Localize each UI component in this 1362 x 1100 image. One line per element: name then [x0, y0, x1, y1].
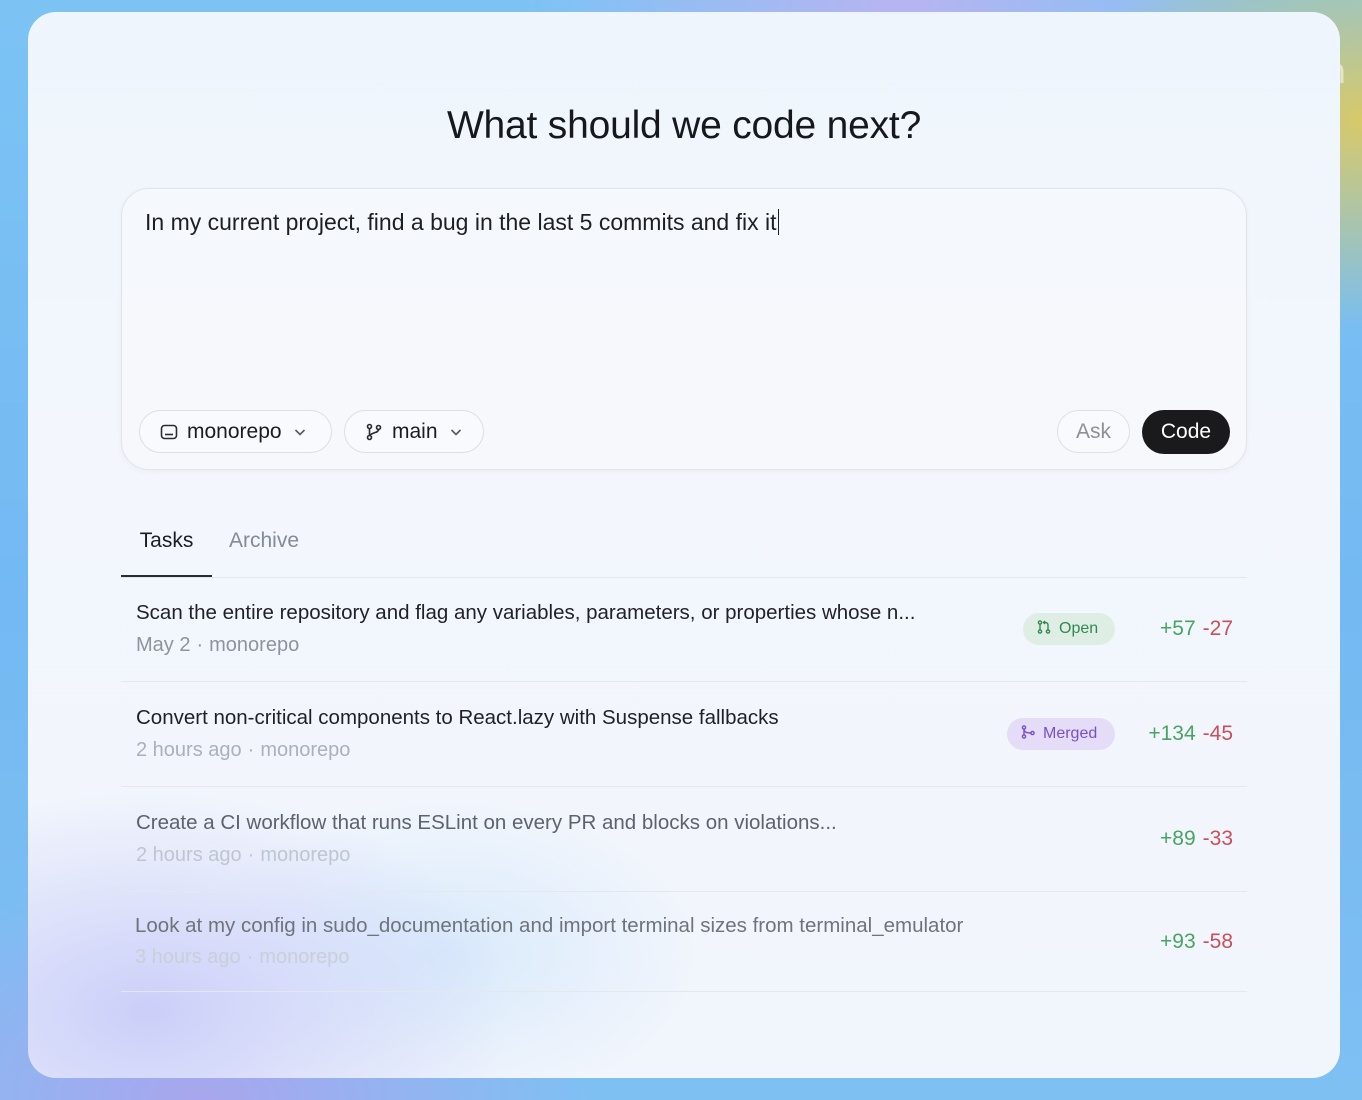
ask-button[interactable]: Ask [1057, 410, 1130, 453]
deletions-count: -58 [1202, 930, 1233, 953]
chevron-down-icon [448, 424, 464, 440]
task-time: May 2 [136, 634, 191, 656]
tab-bar: Tasks Archive [121, 520, 1247, 578]
status-badge-merged: Merged [1007, 718, 1115, 750]
deletions-count: -33 [1202, 827, 1233, 850]
task-meta: May 2 · monorepo [136, 634, 299, 657]
status-label: Open [1059, 620, 1099, 637]
repo-selector-label: monorepo [187, 419, 282, 443]
tab-tasks[interactable]: Tasks [121, 520, 212, 577]
meta-separator: · [246, 946, 254, 968]
diff-stats: +134 -45 [1148, 722, 1233, 746]
diff-stats: +93 -58 [1160, 930, 1233, 954]
text-caret [777, 209, 780, 235]
task-row[interactable]: Look at my config in sudo_documentation … [121, 892, 1247, 992]
task-title: Scan the entire repository and flag any … [136, 601, 916, 624]
task-repo: monorepo [209, 634, 300, 656]
main-card: What should we code next? In my current … [28, 12, 1340, 1078]
status-badge-open: Open [1023, 613, 1115, 645]
additions-count: +57 [1160, 617, 1196, 640]
deletions-count: -45 [1202, 722, 1233, 745]
task-time: 2 hours ago [136, 739, 242, 761]
repo-selector[interactable]: monorepo [139, 410, 332, 453]
task-repo: monorepo [259, 946, 350, 968]
meta-separator: · [196, 634, 204, 656]
task-title: Convert non-critical components to React… [136, 706, 779, 729]
git-branch-icon [364, 422, 384, 442]
task-repo: monorepo [260, 739, 351, 761]
task-meta: 3 hours ago · monorepo [135, 946, 349, 969]
prompt-composer[interactable]: In my current project, find a bug in the… [121, 188, 1247, 470]
task-title: Create a CI workflow that runs ESLint on… [136, 811, 837, 834]
task-list: Scan the entire repository and flag any … [121, 577, 1247, 992]
prompt-input[interactable]: In my current project, find a bug in the… [145, 209, 780, 236]
task-time: 3 hours ago [135, 946, 241, 968]
meta-separator: · [247, 739, 255, 761]
tab-archive[interactable]: Archive [229, 520, 299, 577]
branch-selector-label: main [392, 419, 438, 443]
diff-stats: +57 -27 [1160, 617, 1233, 641]
task-meta: 2 hours ago · monorepo [136, 739, 350, 762]
diff-stats: +89 -33 [1160, 827, 1233, 851]
page-title: What should we code next? [446, 104, 922, 147]
task-row[interactable]: Scan the entire repository and flag any … [121, 577, 1247, 682]
additions-count: +134 [1148, 722, 1196, 745]
task-row[interactable]: Convert non-critical components to React… [121, 682, 1247, 787]
chevron-down-icon [292, 424, 308, 440]
status-label: Merged [1043, 725, 1098, 742]
task-repo: monorepo [260, 844, 351, 866]
merge-icon [1020, 724, 1036, 745]
additions-count: +93 [1160, 930, 1196, 953]
additions-count: +89 [1160, 827, 1196, 850]
code-button[interactable]: Code [1142, 410, 1230, 454]
task-row[interactable]: Create a CI workflow that runs ESLint on… [121, 787, 1247, 892]
repo-icon [159, 422, 179, 442]
meta-separator: · [247, 844, 255, 866]
branch-selector[interactable]: main [344, 410, 484, 453]
task-title: Look at my config in sudo_documentation … [135, 914, 964, 937]
task-time: 2 hours ago [136, 844, 242, 866]
pull-request-icon [1036, 619, 1052, 640]
deletions-count: -27 [1202, 617, 1233, 640]
prompt-text: In my current project, find a bug in the… [145, 209, 777, 235]
task-meta: 2 hours ago · monorepo [136, 844, 350, 867]
